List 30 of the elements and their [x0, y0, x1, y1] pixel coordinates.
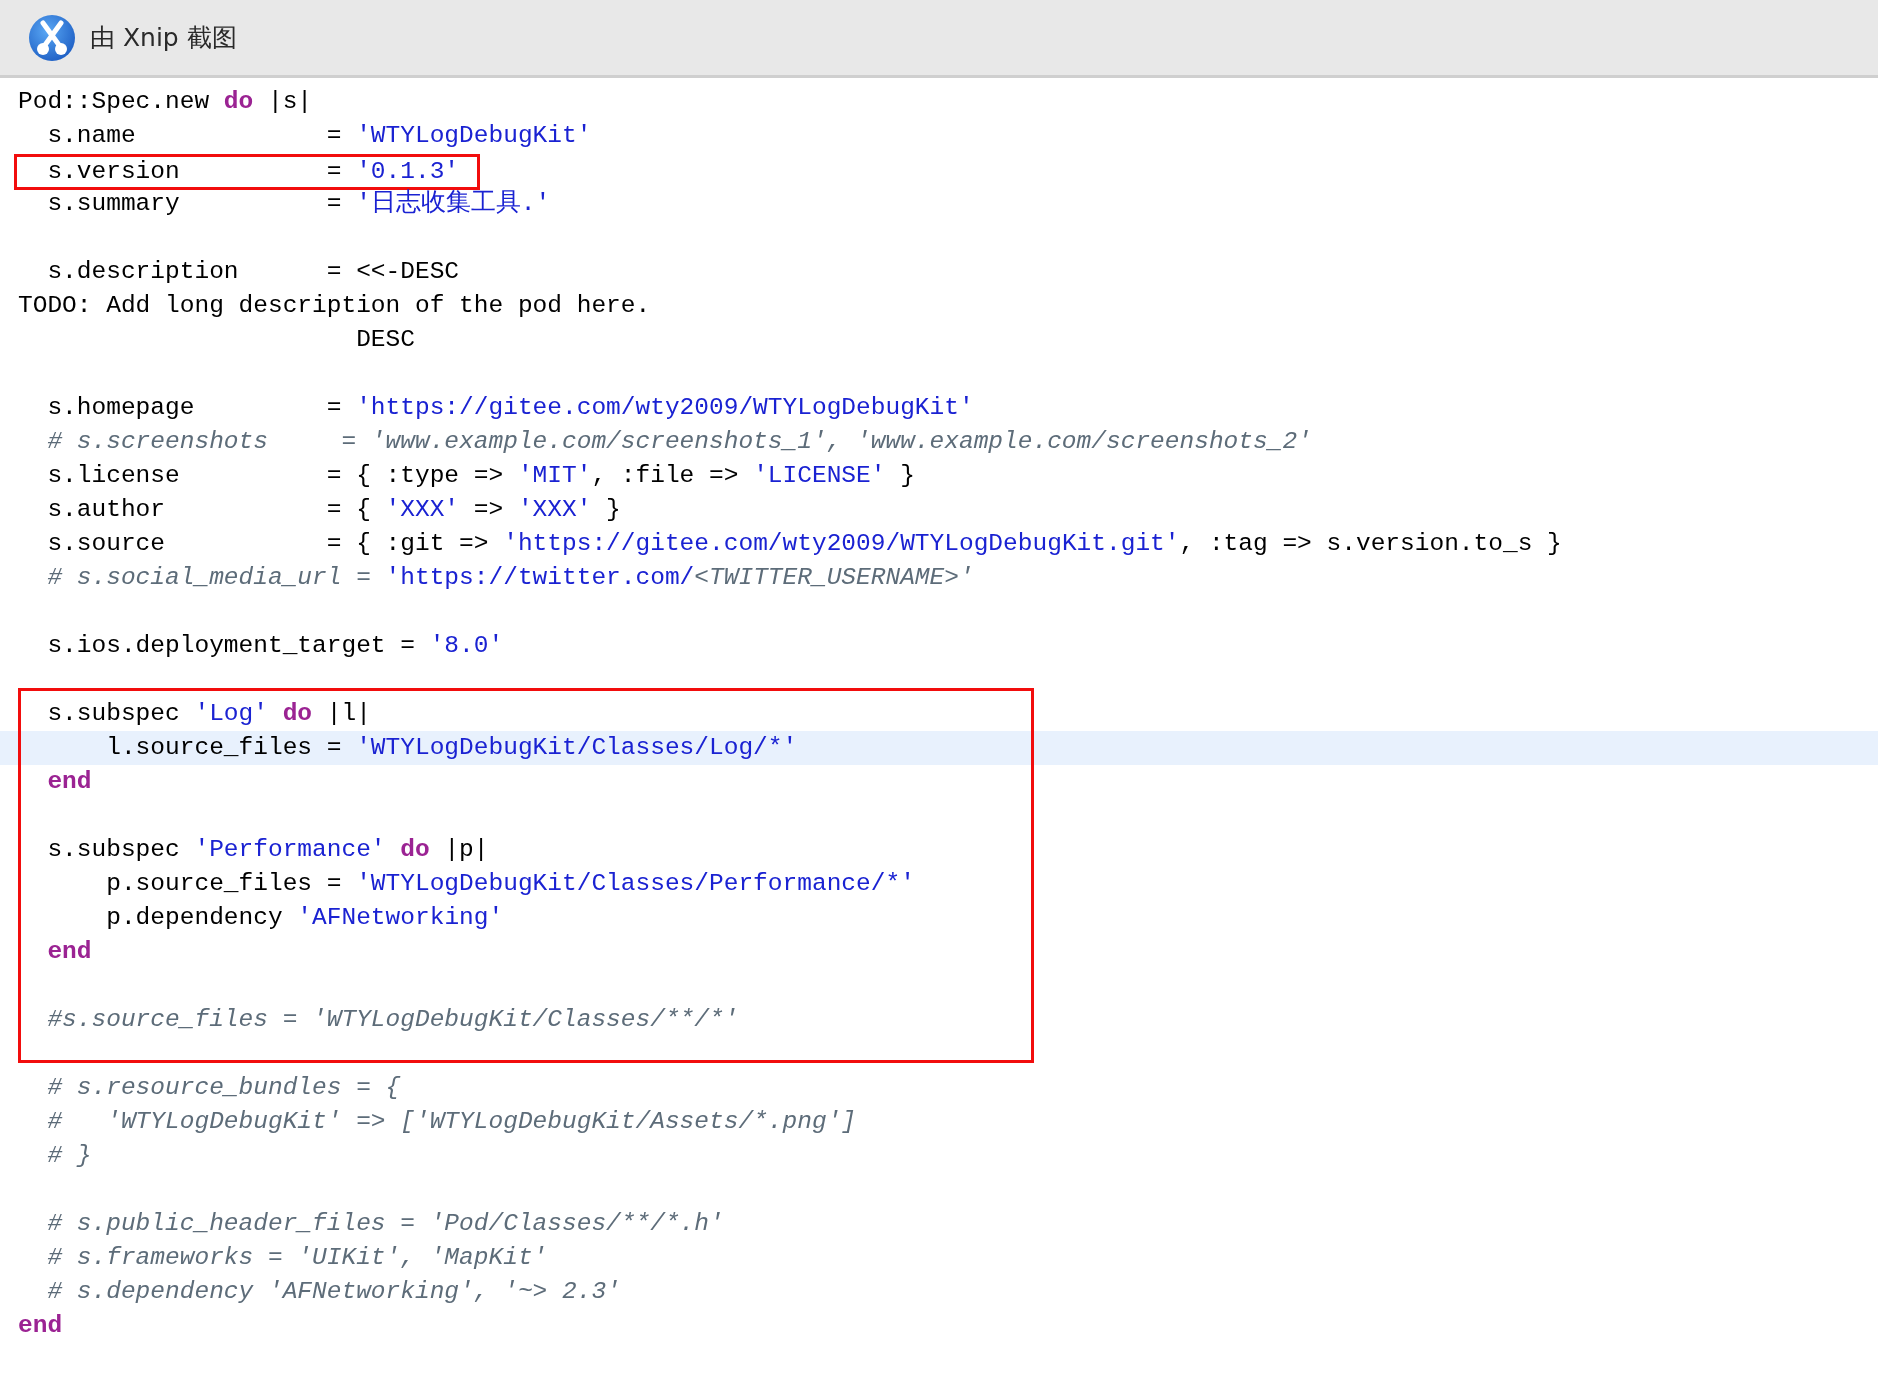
- code-line: s.version = '0.1.3': [46, 157, 460, 187]
- code-line: Pod::Spec.new do |s|: [17, 87, 314, 117]
- code-line: end: [46, 767, 93, 797]
- scissors-icon: [28, 13, 76, 62]
- code-line: # 'WTYLogDebugKit' => ['WTYLogDebugKit/Assets/*.png']: [46, 1107, 858, 1137]
- code-line: p.dependency 'AFNetworking': [105, 903, 505, 933]
- code-line: p.source_files = 'WTYLogDebugKit/Classes/Performance/*': [105, 869, 916, 899]
- code-line: # s.public_header_files = 'Pod/Classes/**/*.h': [46, 1209, 725, 1239]
- window-title: 由 Xnip 截图: [90, 22, 237, 54]
- code-line: s.homepage = 'https://gitee.com/wty2009/WTYLogDebugKit': [46, 393, 975, 423]
- code-line: end: [17, 1311, 64, 1341]
- code-line: s.license = { :type => 'MIT', :file => 'LICENSE' }: [46, 461, 916, 491]
- code-line: s.subspec 'Performance' do |p|: [46, 835, 490, 865]
- code-line: # }: [46, 1141, 93, 1171]
- code-line: TODO: Add long description of the pod here.: [17, 291, 652, 321]
- code-line: s.author = { 'XXX' => 'XXX' }: [46, 495, 622, 525]
- code-line: # s.resource_bundles = {: [46, 1073, 402, 1103]
- code-line: end: [46, 937, 93, 967]
- code-line: s.description = <<-DESC: [46, 257, 461, 287]
- code-line: s.name = 'WTYLogDebugKit': [46, 121, 593, 151]
- code-line: # s.screenshots = 'www.example.com/screenshots_1', 'www.example.com/screenshots_2': [46, 427, 1313, 457]
- code-line: # s.dependency 'AFNetworking', '~> 2.3': [46, 1277, 622, 1307]
- code-line: s.source = { :git => 'https://gitee.com/wty2009/WTYLogDebugKit.git', :tag => s.version.to_s }: [46, 529, 1563, 559]
- code-line: s.subspec 'Log' do |l|: [46, 699, 372, 729]
- code-line: s.summary = '日志收集工具.': [46, 188, 552, 219]
- code-line: #s.source_files = 'WTYLogDebugKit/Classes/**/*': [46, 1005, 740, 1035]
- code-line: DESC: [355, 325, 416, 355]
- code-line: s.ios.deployment_target = '8.0': [46, 631, 505, 661]
- code-line: # s.social_media_url = 'https://twitter.com/<TWITTER_USERNAME>': [46, 563, 975, 593]
- code-line: # s.frameworks = 'UIKit', 'MapKit': [46, 1243, 549, 1273]
